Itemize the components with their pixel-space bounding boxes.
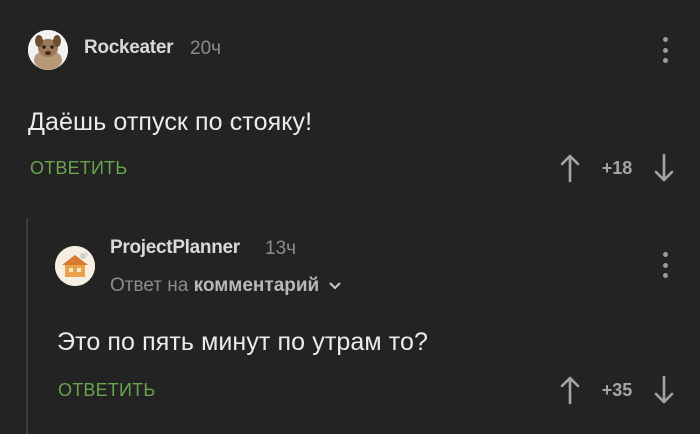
reply-button[interactable]: ОТВЕТИТЬ — [58, 380, 155, 401]
comment-time: 13ч — [265, 238, 297, 259]
avatar[interactable] — [55, 246, 95, 286]
author-name[interactable]: ProjectPlanner — [110, 237, 240, 259]
comment-text: Даёшь отпуск по стояку! — [28, 108, 313, 136]
comment: Rockeater 20ч Даёшь отпуск по стояку! ОТ… — [0, 0, 700, 200]
more-options-icon[interactable] — [662, 252, 668, 278]
more-options-icon[interactable] — [662, 37, 668, 63]
chevron-down-icon — [329, 282, 341, 289]
vote-controls: +18 — [558, 151, 676, 185]
reply-to-target: комментарий — [193, 275, 320, 296]
reply-to-prefix: Ответ на — [110, 275, 189, 296]
reply-to-link[interactable]: Ответ на комментарий — [110, 275, 341, 297]
dog-avatar-icon — [28, 30, 68, 70]
rating-score: +35 — [601, 379, 633, 400]
rating-score: +18 — [601, 157, 633, 178]
vote-controls: +35 — [558, 373, 676, 407]
author-name[interactable]: Rockeater — [84, 37, 173, 59]
house-avatar-icon — [55, 246, 95, 286]
comment-text: Это по пять минут по утрам то? — [57, 328, 428, 356]
downvote-arrow-icon[interactable] — [652, 151, 676, 185]
reply-comment: ProjectPlanner 13ч Ответ на комментарий … — [0, 200, 700, 434]
reply-button[interactable]: ОТВЕТИТЬ — [30, 158, 127, 179]
upvote-arrow-icon[interactable] — [558, 151, 582, 185]
downvote-arrow-icon[interactable] — [652, 373, 676, 407]
upvote-arrow-icon[interactable] — [558, 373, 582, 407]
avatar[interactable] — [28, 30, 68, 70]
comment-time: 20ч — [190, 38, 222, 59]
